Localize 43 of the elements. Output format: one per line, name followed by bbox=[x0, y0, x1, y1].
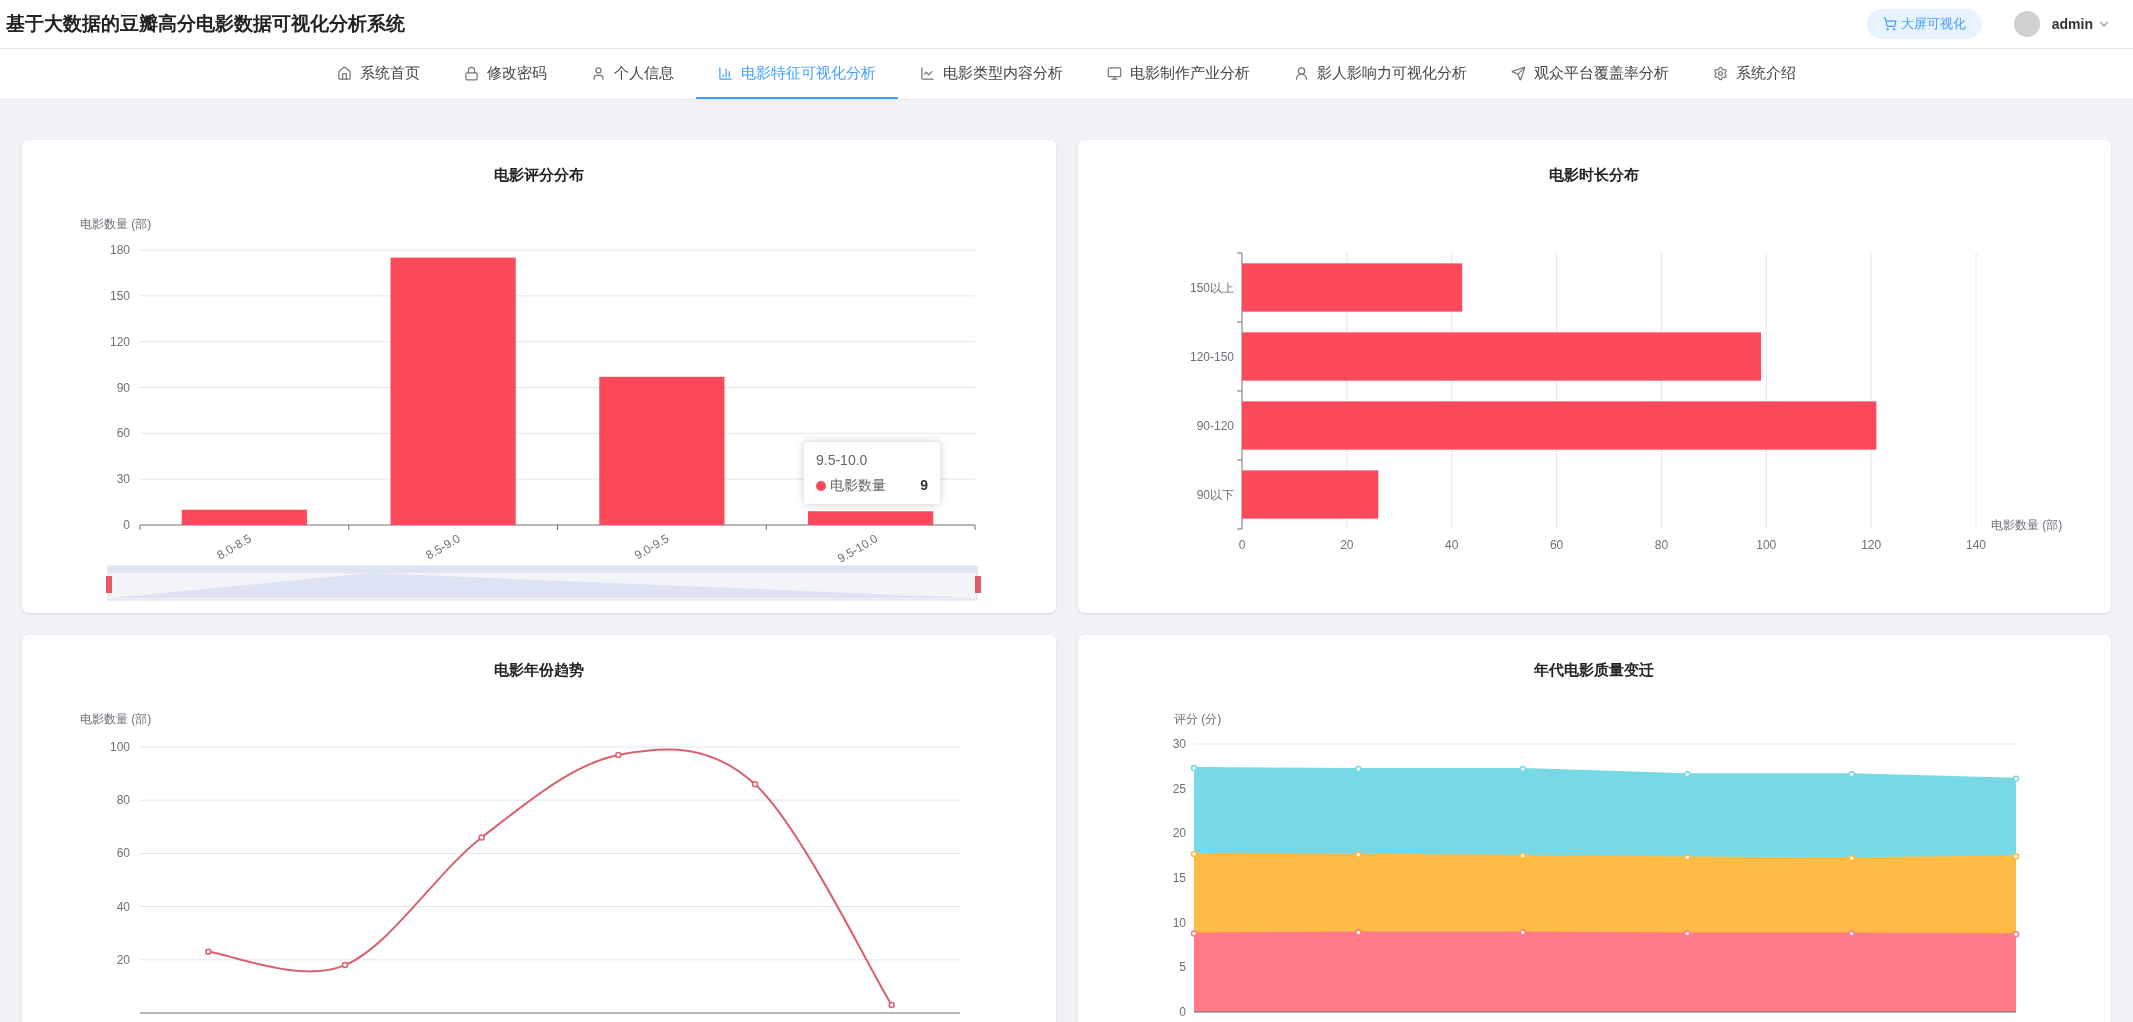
axis-title: 评分 (分) bbox=[1173, 712, 1221, 726]
axis-tick-label: 15 bbox=[1172, 871, 1186, 885]
axis-tick-label: 120 bbox=[1860, 538, 1881, 552]
axis-title: 电影数量 (部) bbox=[80, 712, 152, 726]
chart-title: 电影时长分布 bbox=[1549, 164, 1640, 185]
axis-tick-label: 150以上 bbox=[1189, 280, 1234, 295]
axis-tick-label: 150 bbox=[109, 288, 130, 303]
axis-tick-label: 60 bbox=[1549, 538, 1563, 552]
axis-tick-label: 0 bbox=[1178, 1005, 1186, 1019]
axis-tick-label: 0 bbox=[1238, 538, 1245, 552]
axis-tick-label: 180 bbox=[109, 243, 130, 257]
axis-tick-label: 20 bbox=[1172, 826, 1186, 841]
axis-tick-label: 20 bbox=[116, 952, 130, 967]
axis-tick-label: 40 bbox=[1444, 538, 1458, 552]
axis-tick-label: 5 bbox=[1178, 960, 1186, 975]
chart-title: 电影年份趋势 bbox=[493, 659, 584, 680]
axis-tick-label: 90-120 bbox=[1196, 418, 1234, 433]
tooltip-series: 电影数量 bbox=[830, 476, 886, 495]
axis-tick-label: 30 bbox=[1172, 737, 1186, 751]
axis-tick-label: 10 bbox=[1172, 915, 1186, 930]
axis-tick-label: 25 bbox=[1172, 781, 1186, 796]
axis-tick-label: 100 bbox=[1755, 538, 1776, 552]
axis-title: 电影数量 (部) bbox=[80, 217, 152, 231]
axis-tick-label: 80 bbox=[116, 793, 130, 808]
axis-tick-label: 120 bbox=[109, 334, 130, 349]
axis-tick-label: 40 bbox=[116, 899, 130, 914]
app-title: 基于大数据的豆瓣高分电影数据可视化分析系统 bbox=[6, 11, 405, 36]
axis-tick-label: 90 bbox=[116, 380, 130, 395]
axis-tick-label: 20 bbox=[1339, 538, 1354, 552]
axis-title: 电影数量 (部) bbox=[1990, 518, 2062, 532]
axis-tick-label: 90以下 bbox=[1196, 487, 1234, 502]
chart-title: 电影评分分布 bbox=[493, 164, 584, 185]
axis-tick-label: 120-150 bbox=[1189, 349, 1234, 364]
tooltip-title: 9.5-10.0 bbox=[816, 451, 869, 470]
axis-tick-label: 80 bbox=[1654, 538, 1668, 552]
axis-tick-label: 60 bbox=[116, 846, 130, 861]
tooltip-value: 9 bbox=[920, 476, 928, 495]
axis-tick-label: 140 bbox=[1965, 538, 1986, 552]
chart-title: 年代电影质量变迁 bbox=[1534, 659, 1655, 680]
axis-tick-label: 100 bbox=[109, 740, 130, 754]
axis-tick-label: 0 bbox=[123, 518, 130, 532]
axis-tick-label: 30 bbox=[116, 472, 130, 487]
axis-tick-label: 60 bbox=[116, 426, 130, 441]
